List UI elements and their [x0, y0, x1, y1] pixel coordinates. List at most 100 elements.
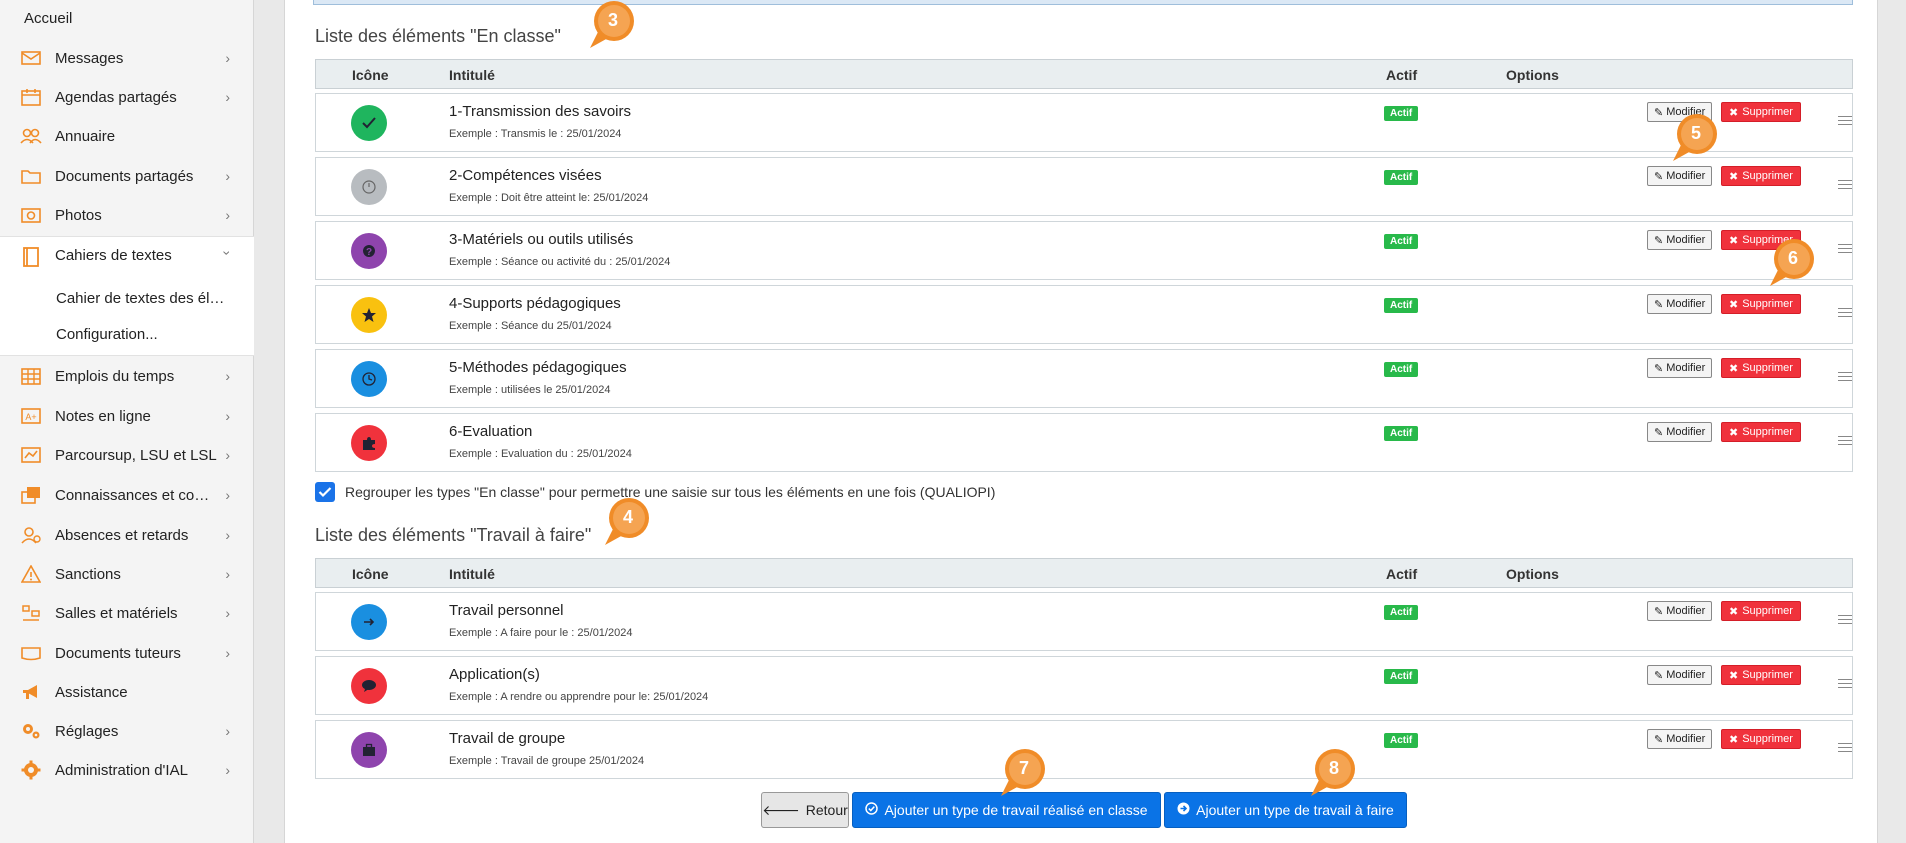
- sidebar-item-label: Annuaire: [55, 127, 116, 145]
- close-icon: ✖: [1729, 234, 1739, 247]
- row-title: 4-Supports pédagogiques: [449, 295, 621, 312]
- callout-marker-7: 7: [997, 748, 1051, 798]
- drag-handle-icon[interactable]: [1838, 180, 1852, 190]
- status-badge: Actif: [1384, 170, 1419, 185]
- modify-button[interactable]: ✎ Modifier: [1647, 601, 1713, 621]
- delete-button[interactable]: ✖ Supprimer: [1721, 729, 1801, 749]
- gear-icon: [20, 759, 42, 781]
- row-example: Exemple : Travail de groupe 25/01/2024: [449, 755, 645, 767]
- info-bar: [313, 0, 1853, 5]
- sidebar-item-parcoursup[interactable]: Parcoursup, LSU et LSL ›: [0, 436, 254, 474]
- sidebar-item-annuaire[interactable]: Annuaire: [0, 117, 254, 155]
- drag-handle-icon[interactable]: [1838, 679, 1852, 689]
- drag-handle-icon[interactable]: [1838, 743, 1852, 753]
- modify-button[interactable]: ✎ Modifier: [1647, 166, 1713, 186]
- arrow-icon: [351, 604, 387, 640]
- sidebar-item-label: Documents tuteurs: [55, 644, 181, 662]
- drag-handle-icon[interactable]: [1838, 308, 1852, 318]
- close-icon: ✖: [1729, 605, 1739, 618]
- delete-button[interactable]: ✖ Supprimer: [1721, 422, 1801, 442]
- row-example: Exemple : Transmis le : 25/01/2024: [449, 128, 622, 140]
- sidebar-item-notes[interactable]: A+ Notes en ligne ›: [0, 397, 254, 435]
- chevron-down-icon: ›: [219, 250, 236, 256]
- modify-button[interactable]: ✎ Modifier: [1647, 665, 1713, 685]
- sidebar-item-tuteurs[interactable]: Documents tuteurs ›: [0, 634, 254, 672]
- megaphone-icon: [20, 681, 42, 703]
- star-icon: [351, 297, 387, 333]
- sidebar-item-administration[interactable]: Administration d'IAL ›: [0, 751, 254, 789]
- close-icon: ✖: [1729, 426, 1739, 439]
- table-header-en-classe: Icône Intitulé Actif Options: [315, 59, 1853, 89]
- status-badge: Actif: [1384, 669, 1419, 684]
- edit-icon: ✎: [1654, 362, 1664, 375]
- sidebar-subitem-cahier-eleves[interactable]: Cahier de textes des élè…: [56, 290, 226, 307]
- close-icon: ✖: [1729, 106, 1739, 119]
- chevron-right-icon: ›: [225, 447, 230, 463]
- svg-text:?: ?: [366, 247, 372, 258]
- callout-marker-4: 4: [601, 497, 655, 547]
- delete-button[interactable]: ✖ Supprimer: [1721, 665, 1801, 685]
- drag-handle-icon[interactable]: [1838, 116, 1852, 126]
- briefcase-icon: [351, 732, 387, 768]
- sidebar-item-connaissances[interactable]: Connaissances et comp… ›: [0, 476, 254, 514]
- modify-button[interactable]: ✎ Modifier: [1647, 422, 1713, 442]
- delete-button[interactable]: ✖ Supprimer: [1721, 102, 1801, 122]
- table-row: Travail personnel Exemple : A faire pour…: [315, 592, 1853, 651]
- sidebar-item-emplois[interactable]: Emplois du temps ›: [0, 357, 254, 395]
- column-header-title: Intitulé: [449, 566, 495, 582]
- close-icon: ✖: [1729, 170, 1739, 183]
- sidebar-item-salles[interactable]: Salles et matériels ›: [0, 594, 254, 632]
- sidebar-item-label: Messages: [55, 49, 124, 67]
- sidebar-item-documents[interactable]: Documents partagés ›: [0, 157, 254, 195]
- row-title: Travail de groupe: [449, 730, 566, 747]
- check-icon: [351, 105, 387, 141]
- row-example: Exemple : A faire pour le : 25/01/2024: [449, 627, 633, 639]
- section-title-travail-a-faire: Liste des éléments "Travail à faire": [315, 525, 592, 545]
- chevron-right-icon: ›: [225, 723, 230, 739]
- chevron-right-icon: ›: [225, 762, 230, 778]
- group-checkbox[interactable]: [315, 482, 335, 502]
- sidebar-item-photos[interactable]: Photos ›: [0, 196, 254, 234]
- sidebar-item-cahiers[interactable]: Cahiers de textes › Cahier de textes des…: [0, 236, 254, 356]
- sidebar-home-link[interactable]: Accueil: [24, 10, 72, 27]
- sidebar-item-assistance[interactable]: Assistance: [0, 673, 254, 711]
- callout-marker-5: 5: [1669, 113, 1723, 163]
- sidebar-item-messages[interactable]: Messages ›: [0, 39, 254, 77]
- column-header-active: Actif: [1386, 67, 1418, 83]
- drag-handle-icon[interactable]: [1838, 372, 1852, 382]
- drag-handle-icon[interactable]: [1838, 244, 1852, 254]
- table-row: 4-Supports pédagogiques Exemple : Séance…: [315, 285, 1853, 344]
- puzzle-icon: [351, 425, 387, 461]
- add-homework-type-button[interactable]: Ajouter un type de travail à faire: [1164, 792, 1407, 828]
- sidebar-subitem-configuration[interactable]: Configuration...: [56, 326, 158, 343]
- delete-button[interactable]: ✖ Supprimer: [1721, 166, 1801, 186]
- rooms-icon: [20, 602, 42, 624]
- row-title: Application(s): [449, 666, 540, 683]
- sidebar-item-absences[interactable]: Absences et retards ›: [0, 516, 254, 554]
- modify-button[interactable]: ✎ Modifier: [1647, 230, 1713, 250]
- edit-icon: ✎: [1654, 298, 1664, 311]
- delete-button[interactable]: ✖ Supprimer: [1721, 358, 1801, 378]
- table-row: 1-Transmission des savoirs Exemple : Tra…: [315, 93, 1853, 152]
- settings-icon: [20, 720, 42, 742]
- drag-handle-icon[interactable]: [1838, 436, 1852, 446]
- table-row: Travail de groupe Exemple : Travail de g…: [315, 720, 1853, 779]
- modify-button[interactable]: ✎ Modifier: [1647, 729, 1713, 749]
- modify-button[interactable]: ✎ Modifier: [1647, 294, 1713, 314]
- drag-handle-icon[interactable]: [1838, 615, 1852, 625]
- back-button[interactable]: 🡐 Retour: [761, 792, 849, 828]
- sidebar-item-sanctions[interactable]: Sanctions ›: [0, 555, 254, 593]
- row-title: 5-Méthodes pédagogiques: [449, 359, 627, 376]
- sidebar-item-agendas[interactable]: Agendas partagés ›: [0, 78, 254, 116]
- column-header-title: Intitulé: [449, 67, 495, 83]
- modify-button[interactable]: ✎ Modifier: [1647, 358, 1713, 378]
- group-checkbox-label: Regrouper les types "En classe" pour per…: [345, 484, 996, 500]
- close-icon: ✖: [1729, 362, 1739, 375]
- edit-icon: ✎: [1654, 170, 1664, 183]
- delete-button[interactable]: ✖ Supprimer: [1721, 294, 1801, 314]
- edit-icon: ✎: [1654, 669, 1664, 682]
- timetable-icon: [20, 365, 42, 387]
- delete-button[interactable]: ✖ Supprimer: [1721, 601, 1801, 621]
- sidebar-item-reglages[interactable]: Réglages ›: [0, 712, 254, 750]
- sidebar-item-label: Agendas partagés: [55, 88, 177, 106]
